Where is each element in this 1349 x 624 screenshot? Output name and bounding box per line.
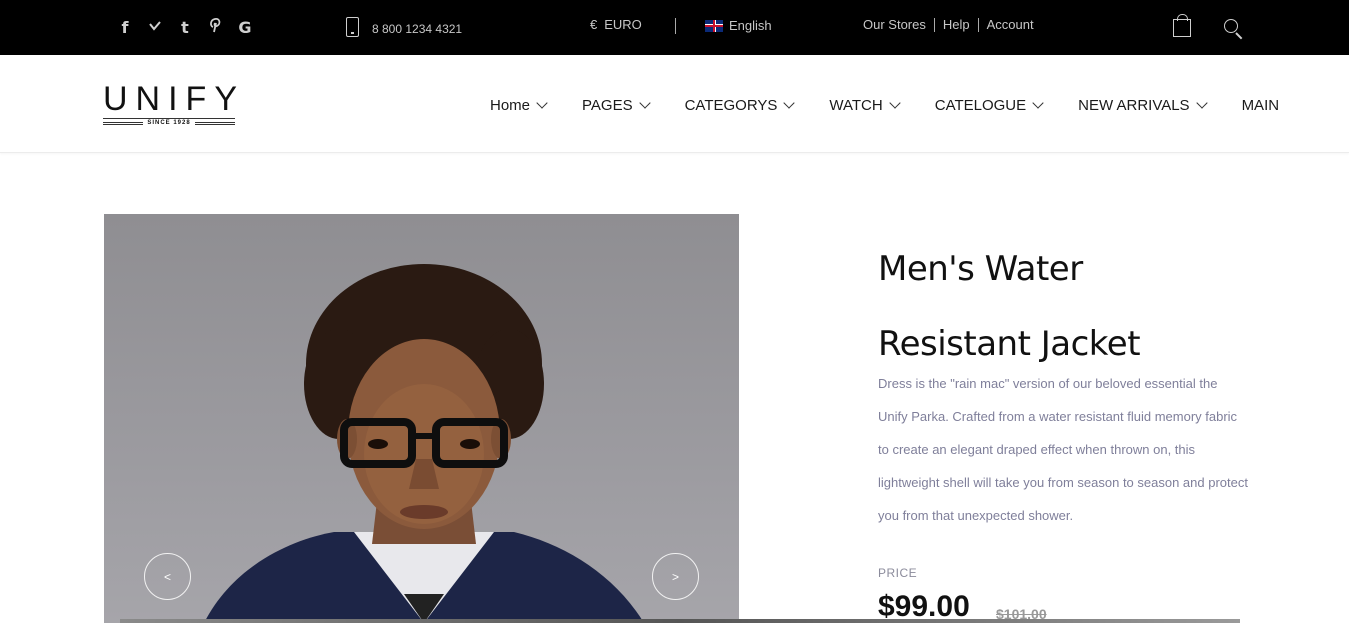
nav-item-new-arrivals[interactable]: NEW ARRIVALS bbox=[1078, 97, 1208, 114]
facebook-icon[interactable]: f bbox=[110, 17, 140, 39]
top-bar: f t G 8 800 1234 4321 € EURO English Our… bbox=[0, 0, 1349, 55]
nav-item-watch[interactable]: WATCH bbox=[829, 97, 901, 114]
nav-item-home[interactable]: Home bbox=[490, 97, 548, 114]
main-nav: Home PAGES CATEGORYS WATCH CATELOGUE NEW… bbox=[490, 97, 1279, 114]
phone-icon bbox=[346, 17, 359, 37]
chevron-down-icon bbox=[1032, 97, 1044, 109]
phone-contact: 8 800 1234 4321 bbox=[346, 17, 462, 37]
slider-prev-button[interactable]: < bbox=[144, 553, 191, 600]
logo-rule bbox=[103, 118, 235, 119]
social-links: f t G bbox=[110, 17, 260, 39]
twitter-icon[interactable] bbox=[140, 17, 170, 39]
shopping-bag-icon[interactable] bbox=[1173, 14, 1191, 37]
currency-selector[interactable]: € EURO bbox=[590, 17, 642, 32]
chevron-down-icon bbox=[783, 97, 796, 109]
currency-label: EURO bbox=[604, 17, 642, 32]
chevron-down-icon bbox=[1195, 97, 1208, 109]
nav-item-label: NEW ARRIVALS bbox=[1078, 97, 1190, 114]
main-header: UNIFY SINCE 1928 Home PAGES CATEGORYS WA… bbox=[0, 55, 1349, 153]
account-link[interactable]: Account bbox=[979, 17, 1042, 32]
logo-since: SINCE 1928 bbox=[103, 120, 236, 126]
chevron-down-icon bbox=[638, 97, 651, 109]
product-description: Dress is the "rain mac" version of our b… bbox=[878, 376, 1248, 523]
chevron-down-icon bbox=[889, 97, 901, 109]
language-selector[interactable]: English bbox=[705, 18, 772, 33]
language-label: English bbox=[729, 18, 772, 33]
price-label: PRICE bbox=[878, 566, 918, 580]
uk-flag-icon bbox=[705, 19, 723, 32]
logo[interactable]: UNIFY SINCE 1928 bbox=[103, 80, 245, 126]
top-links: Our Stores Help Account bbox=[863, 17, 1042, 32]
product-image-slider: < > bbox=[104, 214, 739, 623]
phone-number: 8 800 1234 4321 bbox=[372, 21, 463, 36]
nav-item-label: MAIN bbox=[1241, 97, 1280, 114]
nav-item-categorys[interactable]: CATEGORYS bbox=[684, 97, 796, 114]
product-title-line1: Men's Water bbox=[878, 249, 1083, 289]
chevron-down-icon bbox=[536, 97, 548, 109]
nav-item-label: WATCH bbox=[829, 97, 883, 114]
tumblr-icon[interactable]: t bbox=[170, 17, 200, 39]
nav-item-label: CATELOGUE bbox=[934, 97, 1027, 114]
bottom-image-strip bbox=[120, 619, 1240, 623]
nav-item-label: PAGES bbox=[582, 97, 633, 114]
google-icon[interactable]: G bbox=[230, 17, 260, 39]
slider-next-button[interactable]: > bbox=[652, 553, 699, 600]
product-photo bbox=[204, 264, 644, 623]
logo-text: UNIFY bbox=[103, 80, 245, 118]
pinterest-icon[interactable] bbox=[200, 17, 230, 39]
nav-item-label: Home bbox=[490, 97, 531, 114]
euro-icon: € bbox=[590, 17, 598, 32]
logo-since-text: SINCE 1928 bbox=[147, 120, 191, 126]
nav-item-catalogue[interactable]: CATELOGUE bbox=[934, 97, 1044, 114]
nav-item-label: CATEGORYS bbox=[684, 97, 778, 114]
product-title: Men's Water Resistant Jacket bbox=[878, 232, 1238, 382]
nav-item-main[interactable]: MAIN bbox=[1242, 97, 1280, 114]
nav-item-pages[interactable]: PAGES bbox=[582, 97, 651, 114]
search-icon[interactable] bbox=[1224, 19, 1238, 33]
our-stores-link[interactable]: Our Stores bbox=[863, 17, 934, 32]
help-link[interactable]: Help bbox=[935, 17, 978, 32]
divider bbox=[675, 18, 676, 34]
